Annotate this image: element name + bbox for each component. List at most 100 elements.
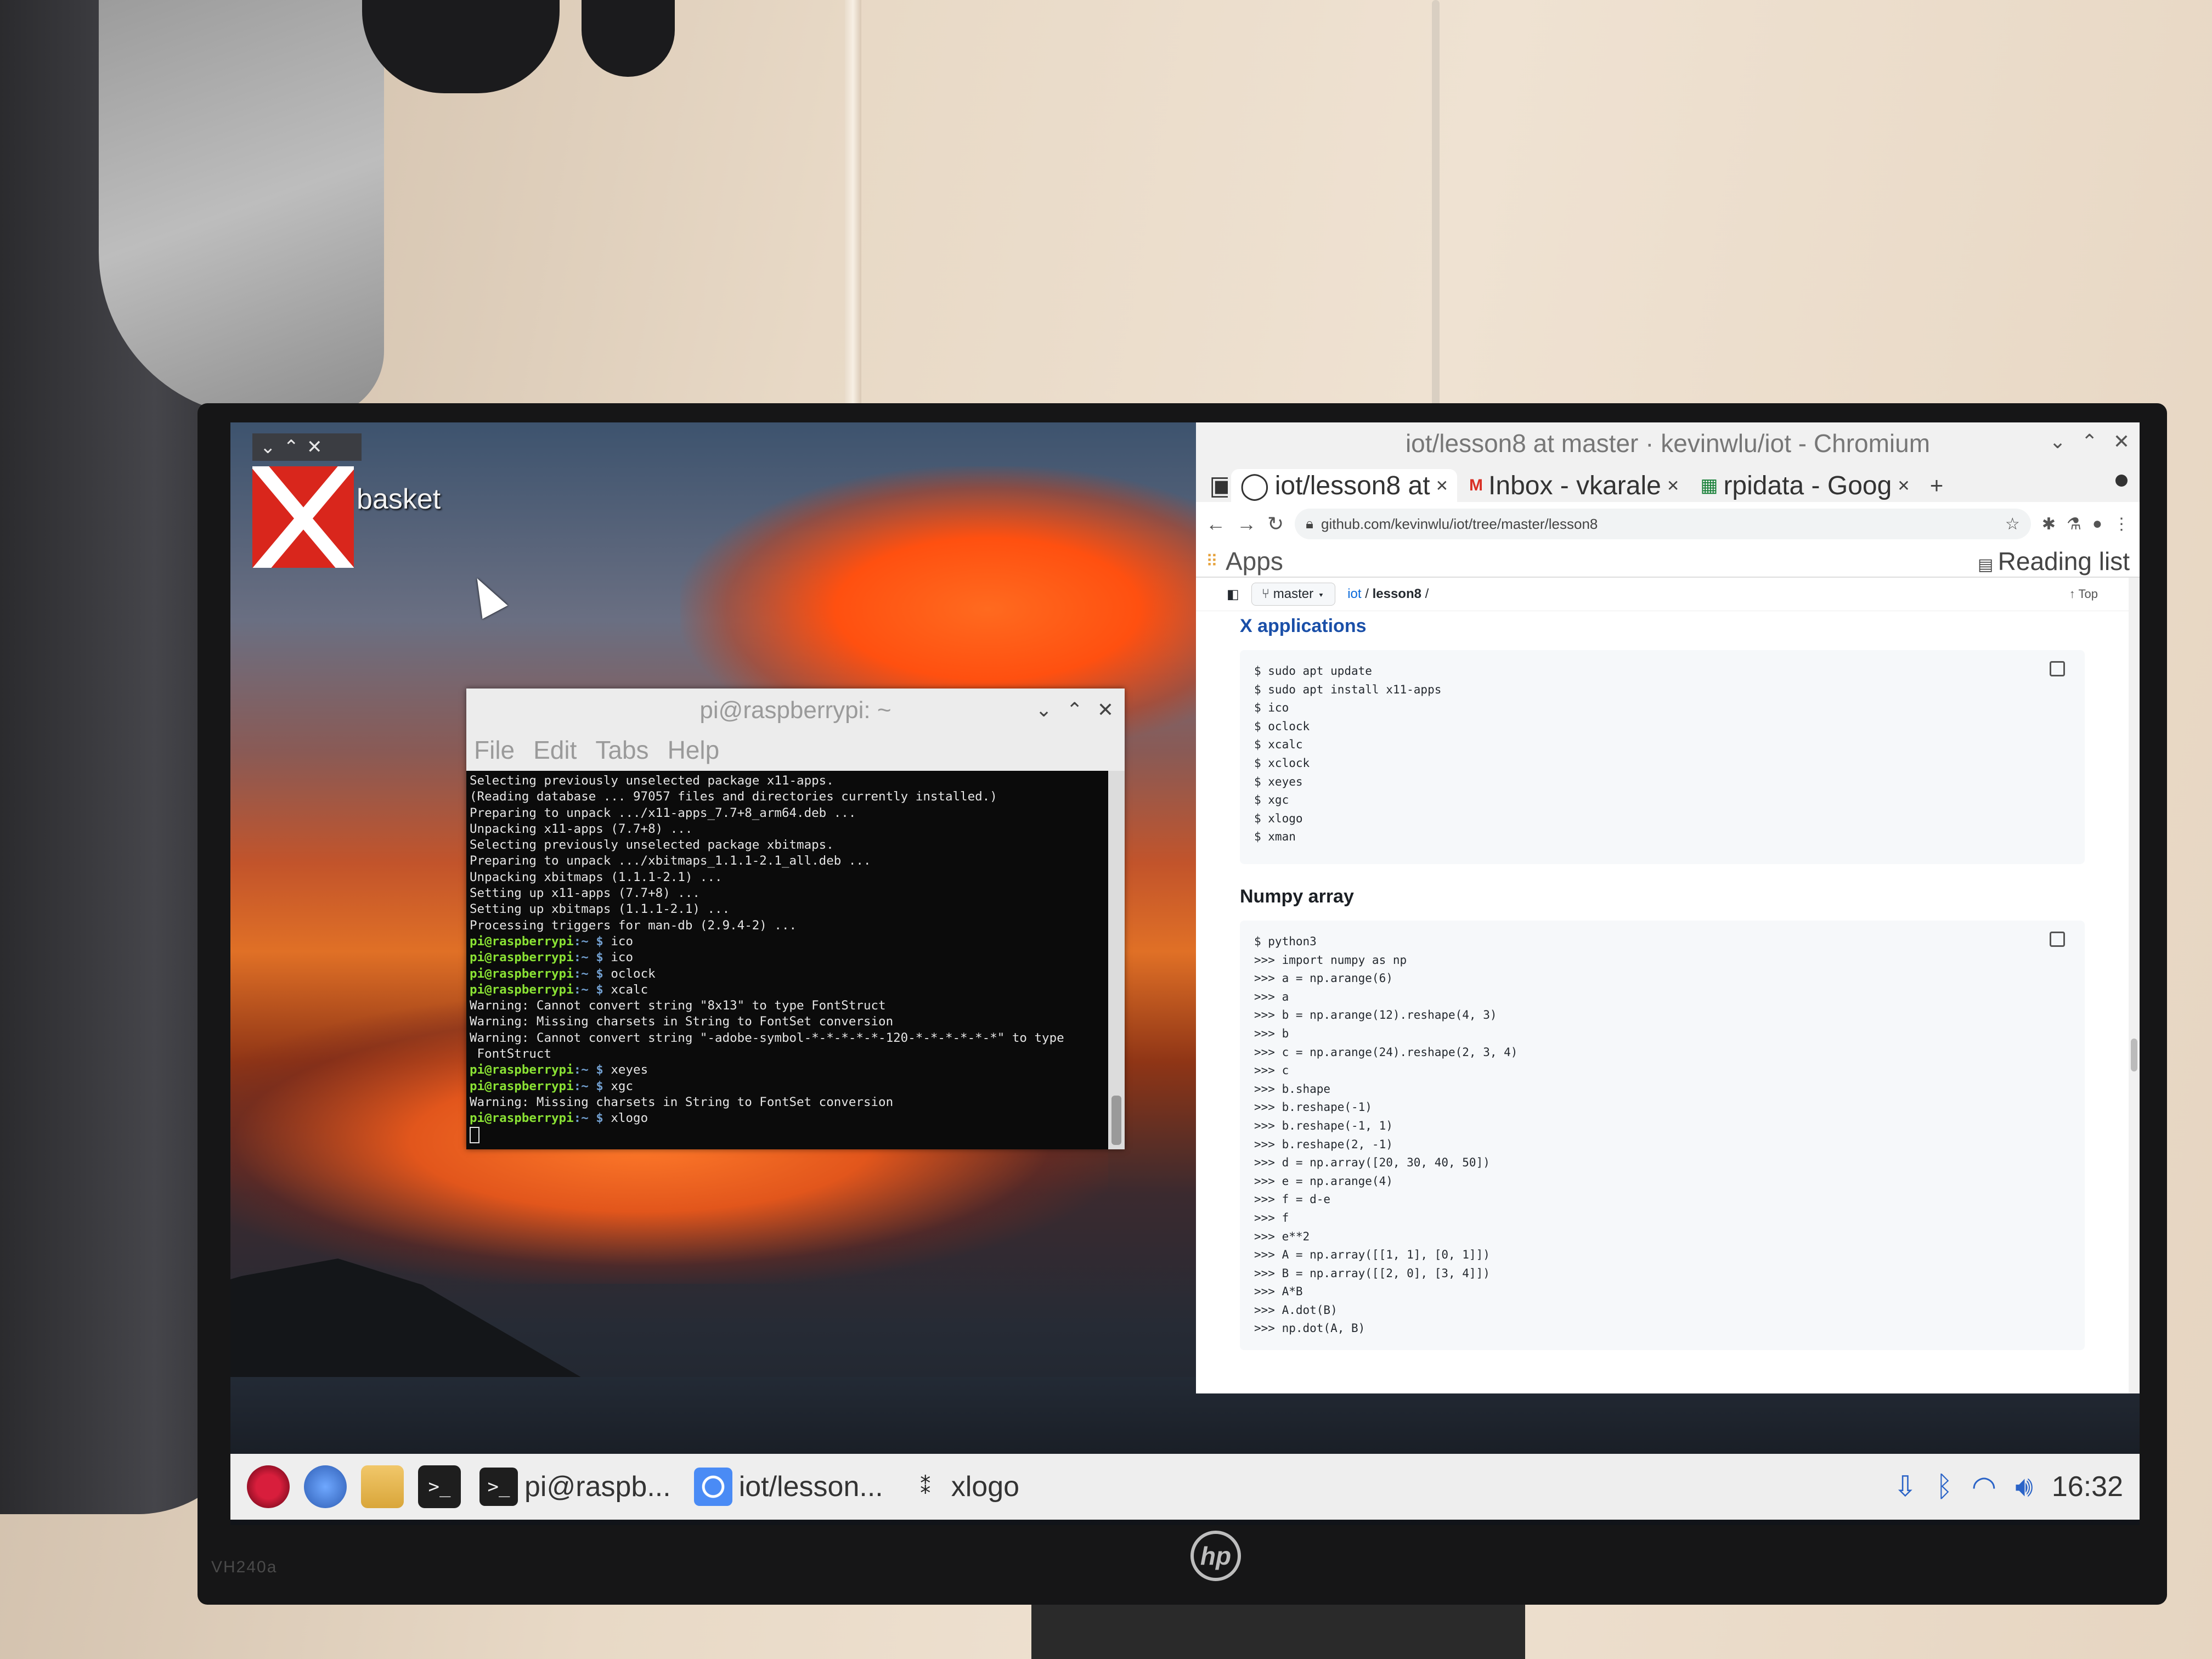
page-scroll-thumb[interactable] (2131, 1039, 2137, 1071)
terminal-line: Preparing to unpack .../x11-apps_7.7+8_a… (470, 805, 856, 820)
maximize-icon[interactable]: ⌃ (284, 436, 300, 458)
command-text: xcalc (603, 982, 648, 997)
maximize-icon[interactable]: ⌃ (1066, 698, 1083, 721)
close-icon[interactable]: ✕ (307, 436, 323, 458)
reload-icon[interactable]: ↻ (1267, 512, 1284, 535)
terminal-output[interactable]: Selecting previously unselected package … (466, 771, 1108, 1149)
chromium-task[interactable]: iot/lesson... (690, 1462, 888, 1511)
terminal-line: Setting up xbitmaps (1.1.1-2.1) ... (470, 902, 730, 917)
file-manager-icon[interactable] (361, 1465, 404, 1508)
xlogo-window[interactable]: ⌄ ⌃ ✕ (252, 433, 362, 568)
new-tab-icon[interactable]: + (1922, 469, 1951, 502)
trash-label[interactable]: basket (357, 483, 441, 516)
raspberry-menu-icon[interactable] (247, 1465, 290, 1508)
prompt-path: :~ $ (573, 934, 603, 949)
copy-icon[interactable] (2050, 932, 2065, 947)
terminal-task[interactable]: >_ pi@raspb... (475, 1462, 675, 1511)
breadcrumb-dir: lesson8 (1372, 586, 1421, 601)
code-text: $ sudo apt update $ sudo apt install x11… (1254, 664, 1442, 844)
prompt-user: pi@raspberrypi (470, 950, 574, 965)
extensions-icon[interactable]: ✱ (2042, 515, 2056, 534)
terminal-scrollbar[interactable] (1108, 771, 1125, 1149)
volume-icon[interactable]: 🔊︎ (2015, 1470, 2033, 1504)
browser-toolbar: ← → ↻ 🔒︎ github.com/kevinwlu/iot/tree/ma… (1196, 502, 2140, 546)
back-icon[interactable]: ← (1206, 512, 1226, 535)
terminal-launcher-icon[interactable]: >_ (418, 1465, 461, 1508)
terminal-window[interactable]: pi@raspberrypi: ~ ⌄ ⌃ ✕ File Edit Tabs H… (466, 689, 1125, 1149)
terminal-line: Unpacking xbitmaps (1.1.1-2.1) ... (470, 870, 723, 884)
chromium-title: iot/lesson8 at master · kevinwlu/iot - C… (1405, 428, 1931, 458)
minimize-icon[interactable]: ⌄ (260, 436, 276, 458)
wall-cable (1432, 0, 1440, 439)
terminal-line: pi@raspberrypi:~ $ xlogo (470, 1110, 1105, 1126)
lock-icon: 🔒︎ (1306, 515, 1314, 532)
file-tree-icon[interactable]: ◧ (1227, 586, 1239, 602)
xlogo-icon (252, 466, 354, 568)
reading-list-button[interactable]: ▤ Reading list (1978, 546, 2130, 576)
close-icon[interactable]: ✕ (2113, 430, 2130, 453)
branch-selector[interactable]: ⑂ master ▾ (1251, 583, 1336, 606)
back-to-top-label: Top (2078, 587, 2098, 601)
terminal-line: pi@raspberrypi:~ $ xeyes (470, 1062, 1105, 1078)
terminal-icon: >_ (479, 1468, 518, 1506)
tab-github[interactable]: ◯ iot/lesson8 at ✕ (1231, 469, 1458, 502)
terminal-line: Unpacking x11-apps (7.7+8) ... (470, 821, 693, 836)
prompt-user: pi@raspberrypi (470, 982, 574, 997)
menu-tabs[interactable]: Tabs (595, 735, 648, 765)
tab-sheets[interactable]: ▦ rpidata - Goog ✕ (1691, 469, 1918, 502)
command-text: ico (603, 950, 634, 965)
prompt-user: pi@raspberrypi (470, 1063, 574, 1077)
terminal-line: Setting up x11-apps (7.7+8) ... (470, 886, 700, 901)
close-icon[interactable]: ✕ (1097, 698, 1114, 721)
menu-help[interactable]: Help (668, 735, 720, 765)
close-tab-icon[interactable]: ✕ (1667, 477, 1679, 495)
hp-logo: hp (1190, 1531, 1241, 1581)
copy-icon[interactable] (2050, 661, 2065, 676)
taskbar: >_ >_ pi@raspb... iot/lesson... ⁑ xlogo … (230, 1454, 2140, 1520)
minimize-icon[interactable]: ⌄ (2049, 430, 2066, 453)
account-icon[interactable]: ● (2092, 515, 2102, 533)
close-tab-icon[interactable]: ✕ (1436, 477, 1448, 495)
maximize-icon[interactable]: ⌃ (2081, 430, 2098, 453)
web-browser-icon[interactable] (304, 1465, 347, 1508)
profile-icon[interactable] (2115, 475, 2128, 487)
close-tab-icon[interactable]: ✕ (1897, 477, 1910, 495)
terminal-scroll-thumb[interactable] (1111, 1096, 1121, 1145)
back-to-top-link[interactable]: ↑ Top (2069, 587, 2098, 601)
breadcrumb-repo-link[interactable]: iot (1347, 586, 1361, 601)
minimize-icon[interactable]: ⌄ (1035, 698, 1052, 721)
breadcrumb: iot / lesson8 / (1347, 586, 1429, 602)
terminal-titlebar[interactable]: pi@raspberrypi: ~ ⌄ ⌃ ✕ (466, 689, 1125, 732)
branch-name: master (1273, 586, 1314, 601)
labs-icon[interactable]: ⚗ (2067, 515, 2081, 534)
bookmark-apps[interactable]: Apps (1226, 546, 1283, 576)
tab-strip: ▣ ◯ iot/lesson8 at ✕ M Inbox - vkarale ✕… (1196, 464, 2140, 502)
prompt-path: :~ $ (573, 982, 603, 997)
terminal-line: Selecting previously unselected package … (470, 774, 834, 788)
github-icon: ◯ (1240, 471, 1269, 500)
updates-icon[interactable]: ⇩ (1893, 1470, 1917, 1503)
bluetooth-icon[interactable]: ᛒ (1936, 1470, 1953, 1503)
tab-gmail[interactable]: M Inbox - vkarale ✕ (1460, 469, 1688, 502)
chromium-window[interactable]: iot/lesson8 at master · kevinwlu/iot - C… (1196, 422, 2140, 1393)
terminal-line: pi@raspberrypi:~ $ oclock (470, 966, 1105, 982)
bookmark-star-icon[interactable]: ☆ (2005, 515, 2020, 534)
command-text: ico (603, 934, 634, 949)
page-scrollbar[interactable] (2129, 578, 2140, 1393)
wifi-icon[interactable]: ◠ (1972, 1470, 1996, 1503)
page-content[interactable]: ◧ ⑂ master ▾ iot / lesson8 / ↑ Top X app… (1196, 578, 2129, 1393)
monitor-stand (1031, 1605, 1525, 1659)
menu-edit[interactable]: Edit (533, 735, 577, 765)
prompt-path: :~ $ (573, 1111, 603, 1126)
xlogo-task[interactable]: ⁑ xlogo (902, 1462, 1024, 1511)
address-bar[interactable]: 🔒︎ github.com/kevinwlu/iot/tree/master/l… (1295, 509, 2031, 539)
menu-file[interactable]: File (474, 735, 515, 765)
menu-kebab-icon[interactable]: ⋮ (2113, 515, 2130, 534)
prompt-user: pi@raspberrypi (470, 966, 574, 981)
tab-search-icon[interactable]: ▣ (1207, 469, 1228, 502)
terminal-line: pi@raspberrypi:~ $ xcalc (470, 982, 1105, 998)
terminal-line: Selecting previously unselected package … (470, 838, 834, 853)
chromium-titlebar[interactable]: iot/lesson8 at master · kevinwlu/iot - C… (1196, 422, 2140, 464)
clock[interactable]: 16:32 (2052, 1470, 2123, 1503)
forward-icon[interactable]: → (1237, 512, 1256, 535)
